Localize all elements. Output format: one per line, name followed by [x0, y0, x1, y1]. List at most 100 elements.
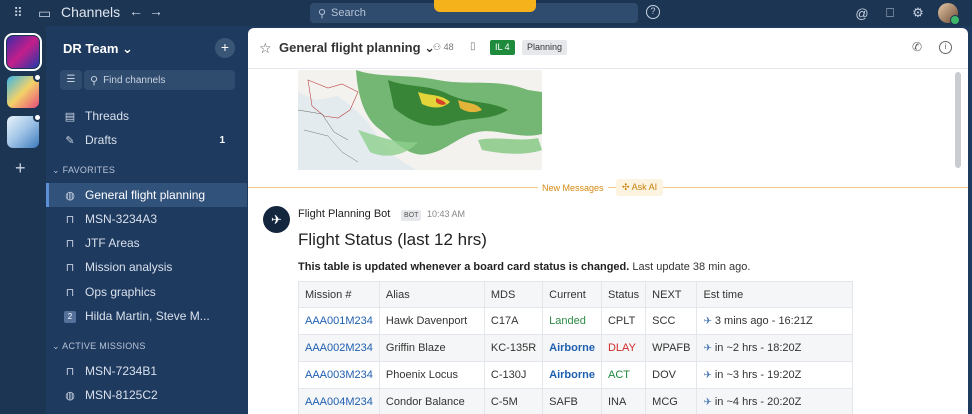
new-messages-label: New Messages	[538, 180, 608, 196]
help-icon[interactable]: ?	[646, 5, 660, 19]
sparkle-icon: ✣	[622, 182, 630, 192]
alias-cell: Hawk Davenport	[378, 307, 485, 335]
message-timestamp[interactable]: 10:43 AM	[427, 209, 465, 219]
table-row: AAA002M234 Griffin Blaze KC-135R Airborn…	[298, 334, 854, 362]
column-header: Est time	[696, 281, 854, 308]
forward-arrow-icon[interactable]: →	[149, 3, 163, 19]
est-time-cell: ✈ in ~3 hrs - 19:20Z	[696, 361, 854, 389]
column-header: Alias	[378, 281, 485, 308]
bot-avatar[interactable]: ✈	[263, 206, 290, 233]
current-cell: SAFB	[542, 388, 602, 414]
group-dm-count: 2	[64, 310, 76, 323]
info-icon[interactable]: i	[939, 41, 952, 54]
ask-ai-label: Ask AI	[631, 182, 658, 192]
files-icon[interactable]: ▯	[470, 41, 476, 52]
globe-icon: ◍	[65, 189, 75, 202]
filter-icon[interactable]: ☰	[60, 70, 82, 90]
search-icon: ⚲	[317, 7, 327, 20]
current-cell: Airborne	[542, 334, 602, 362]
departing-plane-icon: ✈	[703, 343, 712, 354]
team-name-menu[interactable]: DR Team ⌄	[63, 41, 133, 57]
settings-gear-icon[interactable]: ⚙	[910, 5, 926, 21]
sidebar-item-group-dm[interactable]: 2 Hilda Martin, Steve M...	[46, 304, 247, 328]
back-arrow-icon[interactable]: ←	[129, 3, 143, 19]
pencil-icon: ✎	[65, 134, 75, 147]
scrollbar-thumb[interactable]	[955, 72, 961, 168]
user-avatar[interactable]	[938, 3, 960, 25]
team-icon-2[interactable]	[7, 73, 42, 108]
est-time-cell: ✈ in ~4 hrs - 20:20Z	[696, 388, 854, 414]
mission-link[interactable]: AAA002M234	[298, 334, 380, 362]
sidebar-item-jtf-areas[interactable]: ⊓ JTF Areas	[46, 231, 247, 255]
sidebar-item-threads[interactable]: ▤ Threads	[46, 104, 247, 128]
status-cell: INA	[600, 388, 647, 414]
phone-icon[interactable]: ✆	[912, 40, 922, 54]
column-header: MDS	[483, 281, 544, 308]
channel-title[interactable]: General flight planning ⌄	[279, 40, 435, 56]
add-channel-button[interactable]: +	[215, 38, 235, 58]
next-cell: WPAFB	[645, 334, 698, 362]
sidebar-item-ops-graphics[interactable]: ⊓ Ops graphics	[46, 280, 247, 304]
bot-tag: BOT	[401, 210, 422, 221]
lock-icon: ⊓	[65, 237, 75, 250]
sidebar-item-label: Ops graphics	[85, 285, 156, 299]
sidebar-item-msn-3234a3[interactable]: ⊓ MSN-3234A3	[46, 207, 247, 231]
search-placeholder: Search	[331, 7, 366, 19]
est-time-value: in ~2 hrs - 18:20Z	[714, 342, 802, 354]
saved-icon[interactable]: ⎕	[882, 5, 898, 21]
mission-link[interactable]: AAA004M234	[298, 388, 380, 414]
unread-dot	[33, 113, 42, 122]
status-cell: CPLT	[600, 307, 647, 335]
mission-link[interactable]: AAA003M234	[298, 361, 380, 389]
channel-tag: Planning	[522, 40, 568, 55]
sidebar-item-general-flight-planning[interactable]: ◍ General flight planning	[46, 183, 247, 207]
star-icon[interactable]: ☆	[259, 40, 272, 57]
mds-cell: C-130J	[483, 361, 544, 389]
current-cell: Airborne	[542, 361, 602, 389]
est-time-cell: ✈ in ~2 hrs - 18:20Z	[696, 334, 854, 362]
message-heading: Flight Status (last 12 hrs)	[298, 230, 487, 249]
find-channels-input[interactable]: ⚲ Find channels	[84, 70, 235, 90]
sidebar-item-label: Hilda Martin, Steve M...	[85, 309, 210, 323]
sidebar-item-mission-analysis[interactable]: ⊓ Mission analysis	[46, 255, 247, 279]
sidebar-item-msn-8125c2[interactable]: ◍ MSN-8125C2	[46, 383, 247, 407]
message-text-bold: This table is updated whenever a board c…	[298, 261, 630, 273]
channel-header: ☆ General flight planning ⌄ ⚇ 48 ▯ IL 4 …	[248, 28, 968, 69]
column-header: Mission #	[298, 281, 380, 308]
message-text-rest: Last update 38 min ago.	[629, 261, 751, 273]
sidebar-item-label: MSN-7234B1	[85, 364, 158, 378]
add-team-icon[interactable]: +	[15, 158, 26, 179]
threads-icon: ▤	[64, 110, 76, 123]
sidebar-item-label: MSN-8125C2	[85, 388, 158, 402]
top-bar: ⠿ ▭ Channels ← → ⚲ Search ? @ ⎕ ⚙	[0, 0, 972, 26]
team-icon-dr-team[interactable]	[4, 33, 42, 71]
new-messages-divider	[248, 187, 968, 188]
column-header: Status	[600, 281, 647, 308]
favorites-header[interactable]: ⌄ FAVORITES	[52, 165, 115, 176]
mentions-icon[interactable]: @	[854, 6, 870, 21]
ask-ai-button[interactable]: ✣ Ask AI	[616, 179, 664, 196]
next-cell: MCG	[645, 388, 698, 414]
sidebar-item-msn-7234b1[interactable]: ⊓ MSN-7234B1	[46, 359, 247, 383]
mds-cell: C17A	[483, 307, 544, 335]
active-missions-header[interactable]: ⌄ ACTIVE MISSIONS	[52, 341, 146, 352]
table-header-row: Mission # Alias MDS Current Status NEXT …	[298, 281, 854, 308]
est-time-cell: ✈ 3 mins ago - 16:21Z	[696, 307, 854, 335]
est-time-value: in ~3 hrs - 19:20Z	[714, 369, 802, 381]
mds-cell: C-5M	[483, 388, 544, 414]
sidebar-item-label: General flight planning	[85, 188, 206, 202]
team-icon-3[interactable]	[7, 113, 42, 148]
app-grid-icon[interactable]: ⠿	[10, 5, 26, 21]
sidebar-item-drafts[interactable]: ✎ Drafts 1	[46, 128, 247, 152]
globe-icon: ◍	[65, 389, 75, 402]
bot-name[interactable]: Flight Planning Bot	[298, 208, 390, 220]
column-header: Current	[542, 281, 602, 308]
notification-banner-tab[interactable]	[434, 0, 536, 12]
weather-radar-image[interactable]	[298, 70, 542, 170]
mission-link[interactable]: AAA001M234	[298, 307, 380, 335]
alias-cell: Griffin Blaze	[378, 334, 485, 362]
flight-status-table: Mission # Alias MDS Current Status NEXT …	[298, 281, 854, 414]
alias-cell: Condor Balance	[378, 388, 485, 414]
member-count[interactable]: ⚇ 48	[433, 42, 454, 53]
sidebar-item-label: JTF Areas	[85, 236, 140, 250]
